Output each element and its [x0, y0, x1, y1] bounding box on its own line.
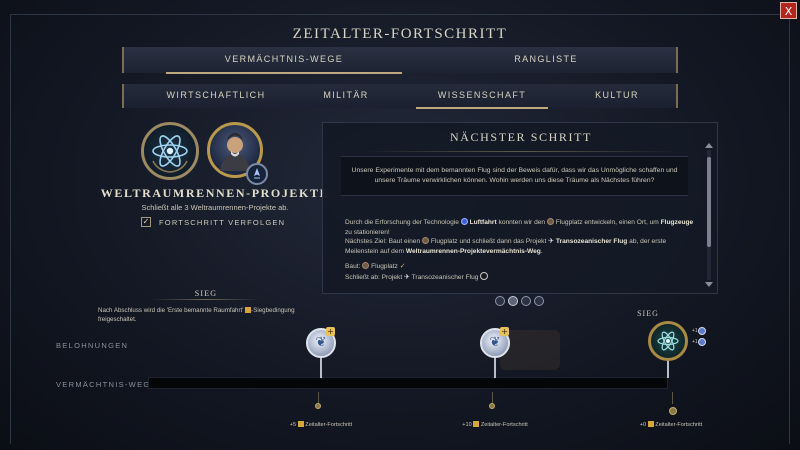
bonus-value-2: +1: [692, 339, 698, 345]
text-segment: entwickeln, einen Ort, um: [584, 219, 659, 226]
frame-left-line: [10, 14, 11, 444]
airplane-icon: ✈: [404, 272, 410, 281]
airfield-icon: [421, 237, 429, 245]
window-title: ZEITALTER-FORTSCHRITT: [292, 26, 508, 42]
page-dot-1[interactable]: [495, 296, 505, 306]
text-segment: zu stationieren!: [345, 228, 390, 236]
body-paragraph-2: Nächstes Ziel: Baut einen Flugplatz und …: [345, 237, 697, 256]
frame-right-line: [789, 14, 790, 444]
scroll-up-arrow[interactable]: [705, 143, 713, 148]
body-paragraph-1: Durch die Erforschung der Technologie Lu…: [345, 218, 697, 237]
track-progress-checkbox[interactable]: ✓: [141, 217, 151, 227]
legacy-path-link[interactable]: Weltraumrennen-Projektevermächtnis-Weg: [406, 248, 541, 255]
project-subtitle: Schließt alle 3 Weltraumrennen-Projekte …: [141, 203, 289, 212]
requirement-label: Schließt ab: Projekt: [345, 273, 403, 281]
airplane-icon: ✈: [548, 237, 555, 246]
era-progress-icon: [473, 421, 480, 427]
era-reward-3: +0 Zeitalter-Fortschritt: [626, 421, 716, 428]
era-reward-value: +10: [462, 422, 472, 428]
building-link[interactable]: Flugplatz: [556, 219, 583, 226]
victory-stem: [667, 359, 669, 378]
next-step-body: Durch die Erforschung der Technologie Lu…: [345, 218, 697, 283]
era-marker-2: [489, 403, 495, 409]
era-marker-3: [669, 407, 677, 415]
era-reward-2: +10 Zeitalter-Fortschritt: [450, 421, 540, 428]
text-segment: .: [540, 247, 543, 255]
era-marker-1: [315, 403, 321, 409]
unit-link[interactable]: Flugzeuge: [661, 219, 694, 226]
requirement-item: Flugplatz: [371, 263, 398, 271]
background-structure: [500, 330, 560, 370]
reward-stem: [494, 356, 496, 378]
technology-icon: [460, 218, 468, 225]
text-segment: Nächstes Ziel: Baut einen: [345, 238, 421, 246]
victory-right-label: SIEG: [637, 309, 659, 318]
tab-culture[interactable]: KULTUR: [554, 84, 680, 108]
era-reward-value: +5: [289, 422, 297, 428]
text-segment: konnten wir den: [498, 219, 546, 226]
completed-check-icon: ✓: [399, 262, 406, 271]
reward-stem: [320, 356, 322, 378]
page-dot-3[interactable]: [521, 296, 531, 306]
bonus-icon-2: [698, 338, 706, 346]
close-button[interactable]: X: [780, 2, 797, 19]
victory-note-text: Nach Abschluss wird die 'Erste bemannte …: [98, 307, 244, 314]
era-reward-1: +5 Zeitalter-Fortschritt: [276, 421, 366, 428]
era-reward-value: +0: [639, 422, 647, 428]
victory-divider: [150, 299, 260, 300]
era-reward-label: Zeitalter-Fortschritt: [305, 422, 353, 428]
tab-legacy-paths[interactable]: VERMÄCHTNIS-WEGE: [144, 47, 424, 74]
tab-economic[interactable]: WIRTSCHAFTLICH: [144, 84, 288, 108]
marker-line: [672, 392, 673, 404]
airfield-icon: [362, 262, 370, 270]
text-segment: Durch die Erforschung der Technologie: [345, 219, 459, 226]
requirement-complete: Schließt ab: Projekt ✈ Transozeanischer …: [345, 271, 697, 283]
atom-icon: [141, 122, 199, 180]
building-link[interactable]: Flugplatz: [431, 238, 458, 245]
rewards-row-label: BELOHNUNGEN: [56, 341, 129, 350]
era-reward-label: Zeitalter-Fortschritt: [655, 422, 703, 428]
requirement-item: Transozeanischer Flug: [411, 273, 479, 281]
reward-plus-icon: +: [326, 327, 335, 336]
legacy-progress-bar: [148, 377, 668, 389]
page-dot-4[interactable]: [534, 296, 544, 306]
track-progress-toggle[interactable]: ✓ FORTSCHRITT VERFOLGEN: [141, 217, 301, 229]
track-progress-label: FORTSCHRITT VERFOLGEN: [159, 218, 286, 227]
legacy-row-label: VERMÄCHTNIS-WEGE: [56, 380, 157, 389]
victory-medal-icon[interactable]: [648, 321, 688, 361]
next-step-title: NÄCHSTER SCHRITT: [450, 130, 592, 144]
scrollbar-thumb[interactable]: [707, 157, 711, 247]
scroll-down-arrow[interactable]: [705, 282, 713, 287]
era-reward-label: Zeitalter-Fortschritt: [480, 422, 528, 428]
era-progress-icon: [297, 421, 304, 427]
reward-plus-icon: +: [500, 327, 509, 336]
text-segment: und schließt dann das Projekt: [459, 238, 547, 246]
pending-circle-icon: [480, 271, 489, 280]
technology-link[interactable]: Luftfahrt: [470, 219, 497, 226]
requirement-build: Baut: Flugplatz ✓: [345, 262, 697, 272]
main-tab-bar: VERMÄCHTNIS-WEGE RANGLISTE: [122, 47, 678, 74]
next-step-panel: NÄCHSTER SCHRITT Unsere Experimente mit …: [322, 122, 718, 294]
bonus-value-1: +1: [692, 328, 698, 334]
page-dot-2[interactable]: [508, 296, 518, 306]
tab-science[interactable]: WISSENSCHAFT: [410, 84, 554, 109]
victory-heading: SIEG: [194, 289, 218, 298]
project-link[interactable]: Transozeanischer Flug: [556, 238, 627, 245]
frame-top-line: [10, 14, 790, 15]
victory-note: Nach Abschluss wird die 'Erste bemannte …: [98, 307, 313, 324]
era-progress-icon: [647, 421, 654, 427]
requirement-label: Baut:: [345, 263, 361, 271]
category-tab-bar: WIRTSCHAFTLICH MILITÄR WISSENSCHAFT KULT…: [122, 84, 680, 109]
airfield-icon: [546, 218, 554, 225]
project-title: WELTRAUMRENNEN-PROJEKTE: [100, 186, 330, 200]
bonus-icon-1: [698, 327, 706, 335]
tab-military[interactable]: MILITÄR: [288, 84, 404, 108]
flavor-quote: Unsere Experimente mit dem bemannten Flu…: [341, 156, 688, 196]
title-divider: [363, 151, 679, 152]
tab-leaderboard[interactable]: RANGLISTE: [416, 47, 676, 73]
rocket-badge-icon: [246, 163, 268, 185]
